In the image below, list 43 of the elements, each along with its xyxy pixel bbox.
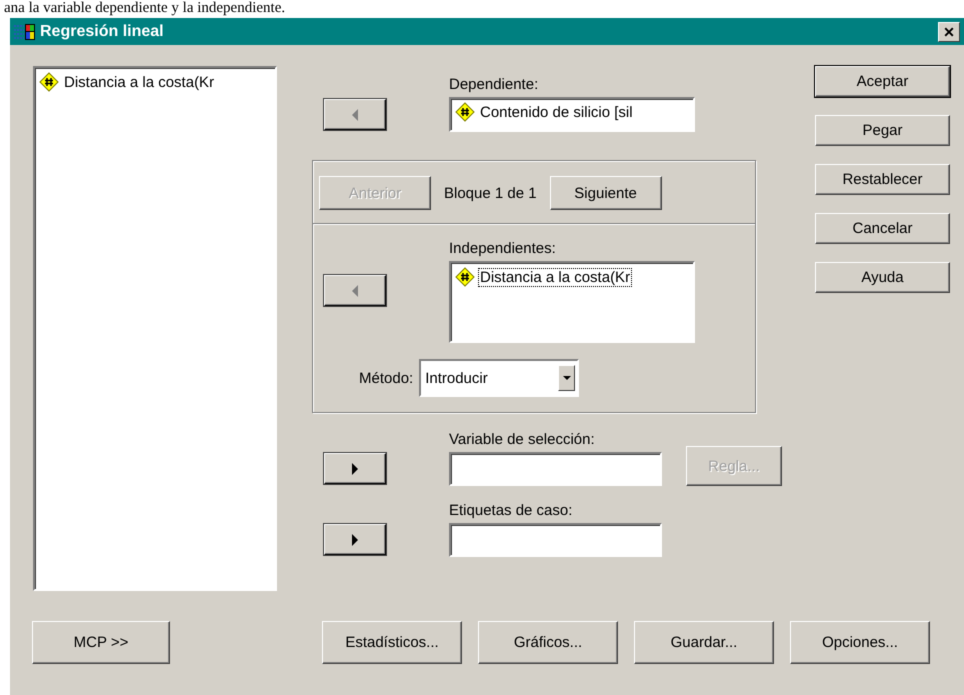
- right-arrow-icon: [352, 534, 358, 546]
- variable-item[interactable]: Distancia a la costa(Kr: [478, 268, 632, 286]
- independents-list[interactable]: Distancia a la costa(Kr: [449, 261, 695, 343]
- variable-item[interactable]: Distancia a la costa(Kr: [62, 72, 216, 92]
- move-button[interactable]: [324, 99, 386, 130]
- dialog-button[interactable]: Ayuda: [815, 262, 950, 293]
- dialog-button[interactable]: Aceptar: [815, 66, 950, 97]
- dialog-button[interactable]: Restablecer: [815, 164, 950, 195]
- field-label: Variable de selección:: [449, 431, 596, 448]
- scale-variable-icon: [39, 72, 59, 92]
- dialog-button[interactable]: Cancelar: [815, 213, 950, 244]
- close-button[interactable]: ×: [938, 22, 960, 42]
- field-label: Dependiente:: [449, 76, 540, 93]
- scale-variable-icon: [455, 267, 475, 287]
- caret-down-icon: [562, 376, 571, 380]
- block-caption: Bloque 1 de 1: [444, 184, 537, 202]
- source-variable-list[interactable]: Distancia a la costa(Kr: [33, 66, 277, 591]
- options-button[interactable]: Opciones...: [790, 621, 930, 664]
- move-button[interactable]: [324, 524, 386, 555]
- left-arrow-icon: [352, 284, 358, 296]
- window-title: Regresión lineal: [40, 22, 165, 40]
- next-button[interactable]: Siguiente: [550, 176, 662, 210]
- variable-item[interactable]: Contenido de silicio [sil: [478, 102, 635, 122]
- move-button[interactable]: [324, 453, 386, 484]
- options-button[interactable]: Estadísticos...: [322, 621, 462, 664]
- method-dropdown[interactable]: Introducir: [419, 359, 580, 397]
- dropdown-button[interactable]: [558, 365, 576, 391]
- field-label: Etiquetas de caso:: [449, 502, 574, 519]
- options-button[interactable]: Gráficos...: [478, 621, 618, 664]
- selection-variable-field[interactable]: [449, 452, 662, 486]
- document-text: ana la variable dependiente y la independiente.: [3, 0, 286, 16]
- left-arrow-icon: [352, 108, 358, 120]
- dependent-field[interactable]: Contenido de silicio [sil: [449, 97, 695, 132]
- case-labels-field[interactable]: [449, 523, 662, 557]
- method-label: Método:: [359, 370, 414, 386]
- scale-variable-icon: [455, 102, 475, 122]
- dialog-button[interactable]: Pegar: [815, 115, 950, 146]
- app-icon: [14, 22, 36, 40]
- move-button[interactable]: [324, 275, 386, 306]
- right-arrow-icon: [352, 462, 358, 474]
- options-button[interactable]: Guardar...: [634, 621, 774, 664]
- mcp-button[interactable]: MCP >>: [32, 621, 170, 664]
- field-label: Independientes:: [449, 240, 557, 257]
